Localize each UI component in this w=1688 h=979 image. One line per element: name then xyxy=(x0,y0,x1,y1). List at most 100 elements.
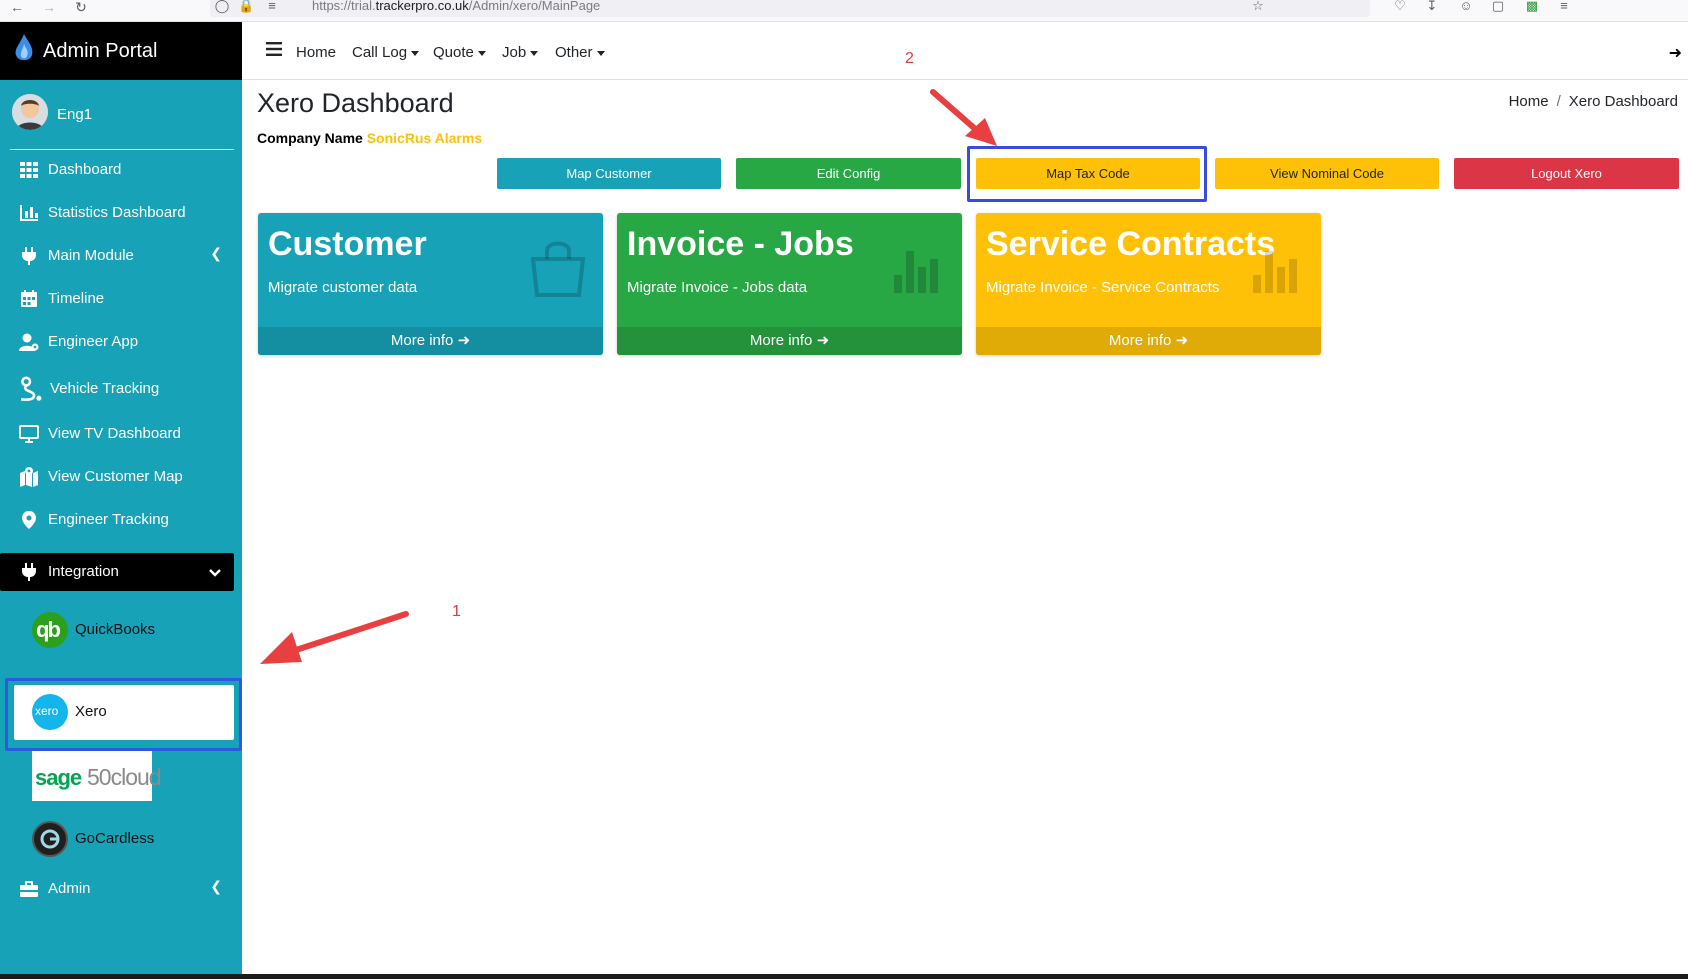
shopping-bag-icon xyxy=(530,241,586,297)
breadcrumb: Home / Xero Dashboard xyxy=(1508,93,1678,110)
forward-icon[interactable]: → xyxy=(40,0,58,18)
sage-50cloud-logo[interactable]: sage 50cloud xyxy=(32,751,162,801)
card-more-info-link[interactable]: More info ➜ xyxy=(976,327,1321,355)
avatar xyxy=(12,94,48,130)
user-name[interactable]: Eng1 xyxy=(57,106,92,123)
card-description: Migrate Invoice - Jobs data xyxy=(627,279,808,296)
annotation-number-1: 1 xyxy=(452,603,461,620)
sidebar-item-statistics-dashboard[interactable]: Statistics Dashboard xyxy=(0,194,234,232)
route-icon xyxy=(21,376,42,401)
sidebar-item-label: View TV Dashboard xyxy=(48,425,181,442)
nav-link-quote[interactable]: Quote xyxy=(433,44,486,61)
top-navbar: Home Call Log Quote Job Other ➜ xyxy=(242,22,1688,80)
breadcrumb-home[interactable]: Home xyxy=(1509,93,1549,110)
edit-config-button[interactable]: Edit Config xyxy=(736,158,961,189)
sidebar-item-label: Integration xyxy=(48,563,119,580)
gocardless-logo-icon xyxy=(32,821,68,857)
lock-icon: 🔒 xyxy=(238,0,255,13)
extension-green-icon[interactable]: ▩ xyxy=(1524,0,1540,14)
sign-out-icon[interactable]: ➜ xyxy=(1669,43,1682,63)
shield-icon: ◯ xyxy=(214,0,230,13)
monitor-icon xyxy=(19,425,39,443)
calendar-icon xyxy=(21,290,37,307)
chart-icon xyxy=(20,205,38,221)
nav-link-call-log[interactable]: Call Log xyxy=(352,44,420,61)
invoice-jobs-card: Invoice - Jobs Migrate Invoice - Jobs da… xyxy=(617,213,962,355)
permissions-icon: ≡ xyxy=(268,0,276,13)
map-customer-button[interactable]: Map Customer xyxy=(497,158,721,189)
back-icon[interactable]: ← xyxy=(8,0,26,18)
customer-card: Customer Migrate customer data More info… xyxy=(258,213,603,355)
sidebar-item-engineer-app[interactable]: Engineer App xyxy=(0,323,234,361)
browser-toolbar: ← → ↻ ◯ 🔒 ≡ ☆ https://trial.trackerpro.c… xyxy=(0,0,1688,22)
sidebar-item-label: Dashboard xyxy=(48,161,122,178)
nav-link-job[interactable]: Job xyxy=(502,44,539,61)
chevron-left-icon: ❮ xyxy=(210,878,222,894)
sidebar-item-view-tv-dashboard[interactable]: View TV Dashboard xyxy=(0,415,234,453)
sidebar-item-admin[interactable]: Admin ❮ xyxy=(0,870,234,908)
annotation-arrow-icon xyxy=(260,611,409,664)
annotation-highlight-map-tax-code xyxy=(967,146,1207,202)
account-icon[interactable]: ☺ xyxy=(1458,0,1474,14)
grid-icon xyxy=(20,162,38,178)
card-more-info-link[interactable]: More info ➜ xyxy=(617,327,962,355)
arrow-circle-right-icon: ➜ xyxy=(816,332,830,349)
plug-icon xyxy=(22,247,36,265)
sidebar-subitem-label: GoCardless xyxy=(75,830,155,847)
logout-xero-button[interactable]: Logout Xero xyxy=(1454,158,1679,189)
sidebar-item-engineer-tracking[interactable]: Engineer Tracking xyxy=(0,501,234,539)
bar-chart-icon xyxy=(1253,251,1297,293)
reload-icon[interactable]: ↻ xyxy=(72,0,90,18)
card-title: Customer xyxy=(268,225,427,263)
taskbar-strip xyxy=(0,974,1688,979)
annotation-arrow-icon xyxy=(930,89,997,146)
url-text[interactable]: https://trial.trackerpro.co.uk/Admin/xer… xyxy=(312,0,600,12)
chevron-down-icon xyxy=(209,569,221,577)
service-contracts-card: Service Contracts Migrate Invoice - Serv… xyxy=(976,213,1321,355)
annotation-number-2: 2 xyxy=(905,50,914,67)
card-more-info-link[interactable]: More info ➜ xyxy=(258,327,603,355)
nav-link-other[interactable]: Other xyxy=(555,44,605,61)
pocket-icon[interactable]: ♡ xyxy=(1392,0,1408,14)
brand-title: Admin Portal xyxy=(43,40,158,62)
sidebar-item-label: Statistics Dashboard xyxy=(48,204,186,221)
brand[interactable]: Admin Portal xyxy=(0,22,242,80)
sidebar-item-label: Vehicle Tracking xyxy=(50,380,160,397)
user-panel[interactable]: Eng1 xyxy=(10,80,234,150)
bar-chart-icon xyxy=(894,251,938,293)
company-label: Company Name xyxy=(257,130,363,146)
sidebar-item-dashboard[interactable]: Dashboard xyxy=(0,151,234,189)
map-icon xyxy=(20,467,38,487)
sidebar-subitem-quickbooks[interactable]: qb QuickBooks xyxy=(32,607,232,653)
sidebar-item-label: Engineer Tracking xyxy=(48,511,169,528)
plug-icon xyxy=(22,563,36,581)
sidebar-subitem-gocardless[interactable]: GoCardless xyxy=(32,816,232,862)
card-title: Invoice - Jobs xyxy=(627,225,854,263)
download-icon[interactable]: ↧ xyxy=(1424,0,1440,14)
sidebar-item-label: View Customer Map xyxy=(48,468,183,485)
toolbox-icon xyxy=(20,881,38,897)
sidebar-item-vehicle-tracking[interactable]: Vehicle Tracking xyxy=(0,366,234,412)
sidebar-item-label: Engineer App xyxy=(48,333,139,350)
user-cog-icon xyxy=(19,333,39,351)
arrow-circle-right-icon: ➜ xyxy=(457,332,471,349)
sidebar-item-timeline[interactable]: Timeline xyxy=(0,280,234,318)
chevron-left-icon: ❮ xyxy=(210,245,222,261)
annotation-highlight-xero xyxy=(5,678,242,751)
breadcrumb-current: Xero Dashboard xyxy=(1568,93,1678,110)
sidebar-item-view-customer-map[interactable]: View Customer Map xyxy=(0,458,234,496)
nav-link-home[interactable]: Home xyxy=(296,44,336,61)
card-description: Migrate customer data xyxy=(268,279,418,296)
sidebar-item-integration[interactable]: Integration xyxy=(0,553,234,591)
bookmark-star-icon[interactable]: ☆ xyxy=(1250,0,1266,14)
menu-icon[interactable]: ≡ xyxy=(1556,0,1572,14)
card-description: Migrate Invoice - Service Contracts xyxy=(986,279,1220,296)
sidebar-item-main-module[interactable]: Main Module ❮ xyxy=(0,237,234,275)
hamburger-menu-icon[interactable] xyxy=(266,42,282,56)
flame-logo-icon xyxy=(15,34,33,61)
map-pin-icon xyxy=(22,511,36,529)
sidebar-item-label: Main Module xyxy=(48,247,134,264)
page-title: Xero Dashboard xyxy=(257,88,454,118)
extensions-icon[interactable]: ▢ xyxy=(1490,0,1506,14)
view-nominal-code-button[interactable]: View Nominal Code xyxy=(1215,158,1439,189)
